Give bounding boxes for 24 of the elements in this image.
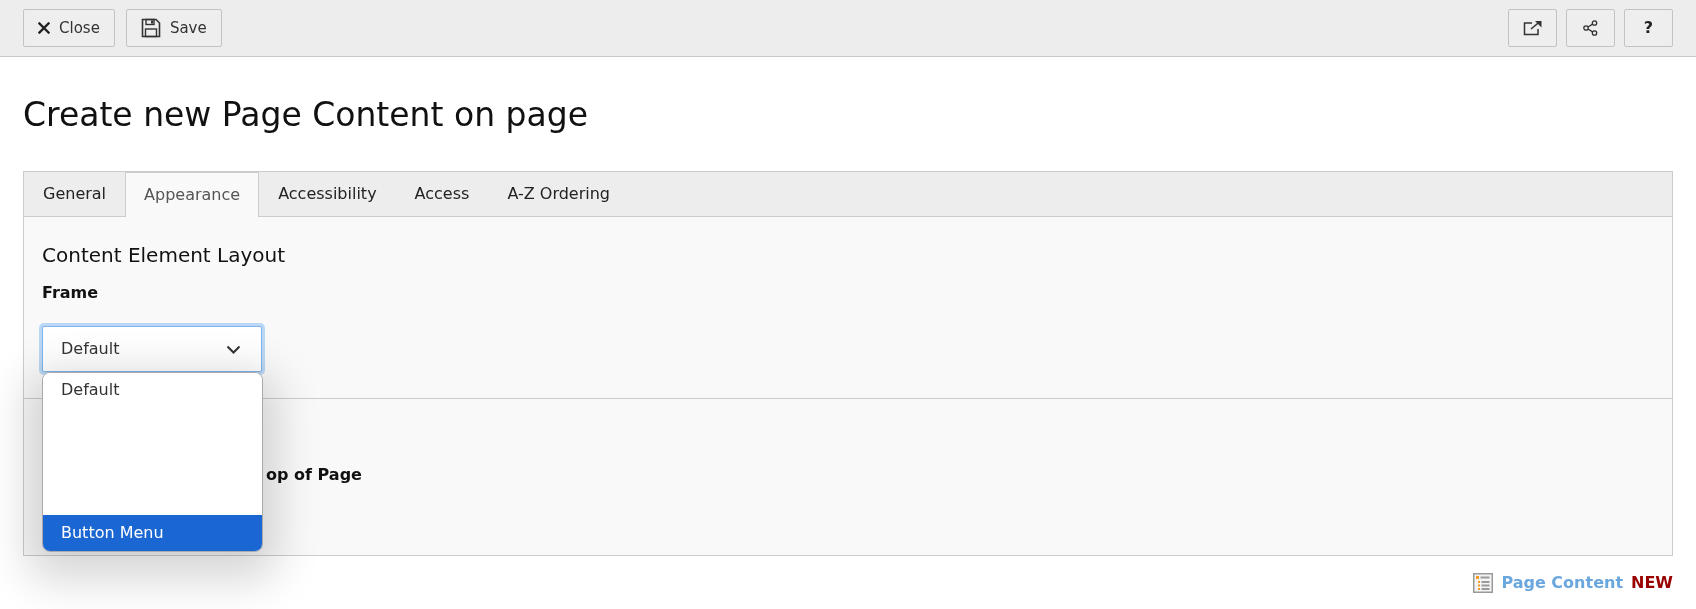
dropdown-option[interactable]: Default (43, 373, 262, 409)
tab[interactable]: Accessibility (259, 172, 396, 216)
share-icon (1583, 20, 1598, 36)
dropdown-option[interactable]: Button Menu (43, 515, 262, 551)
record-status-label: NEW (1631, 572, 1673, 594)
open-external-button[interactable] (1508, 9, 1557, 47)
field-label: op of Page (266, 465, 362, 485)
close-icon (38, 22, 50, 34)
page-title: Create new Page Content on page (23, 94, 588, 136)
tab[interactable]: General (24, 172, 126, 216)
tab[interactable]: Access (395, 172, 489, 216)
external-link-icon (1522, 20, 1543, 36)
tab[interactable]: Appearance (125, 172, 260, 217)
record-type-label: Page Content (1501, 572, 1624, 594)
tab[interactable]: A-Z Ordering (488, 172, 629, 216)
frame-select[interactable]: Default (42, 326, 262, 372)
section-heading: Content Element Layout (42, 243, 286, 267)
share-button[interactable] (1566, 9, 1615, 47)
save-button[interactable]: Save (125, 9, 222, 47)
field-label: Frame (42, 283, 99, 303)
help-button[interactable]: ? (1624, 9, 1673, 47)
content-list-icon (1473, 573, 1494, 593)
chevron-down-icon (226, 344, 241, 354)
close-button[interactable]: Close (23, 9, 115, 47)
